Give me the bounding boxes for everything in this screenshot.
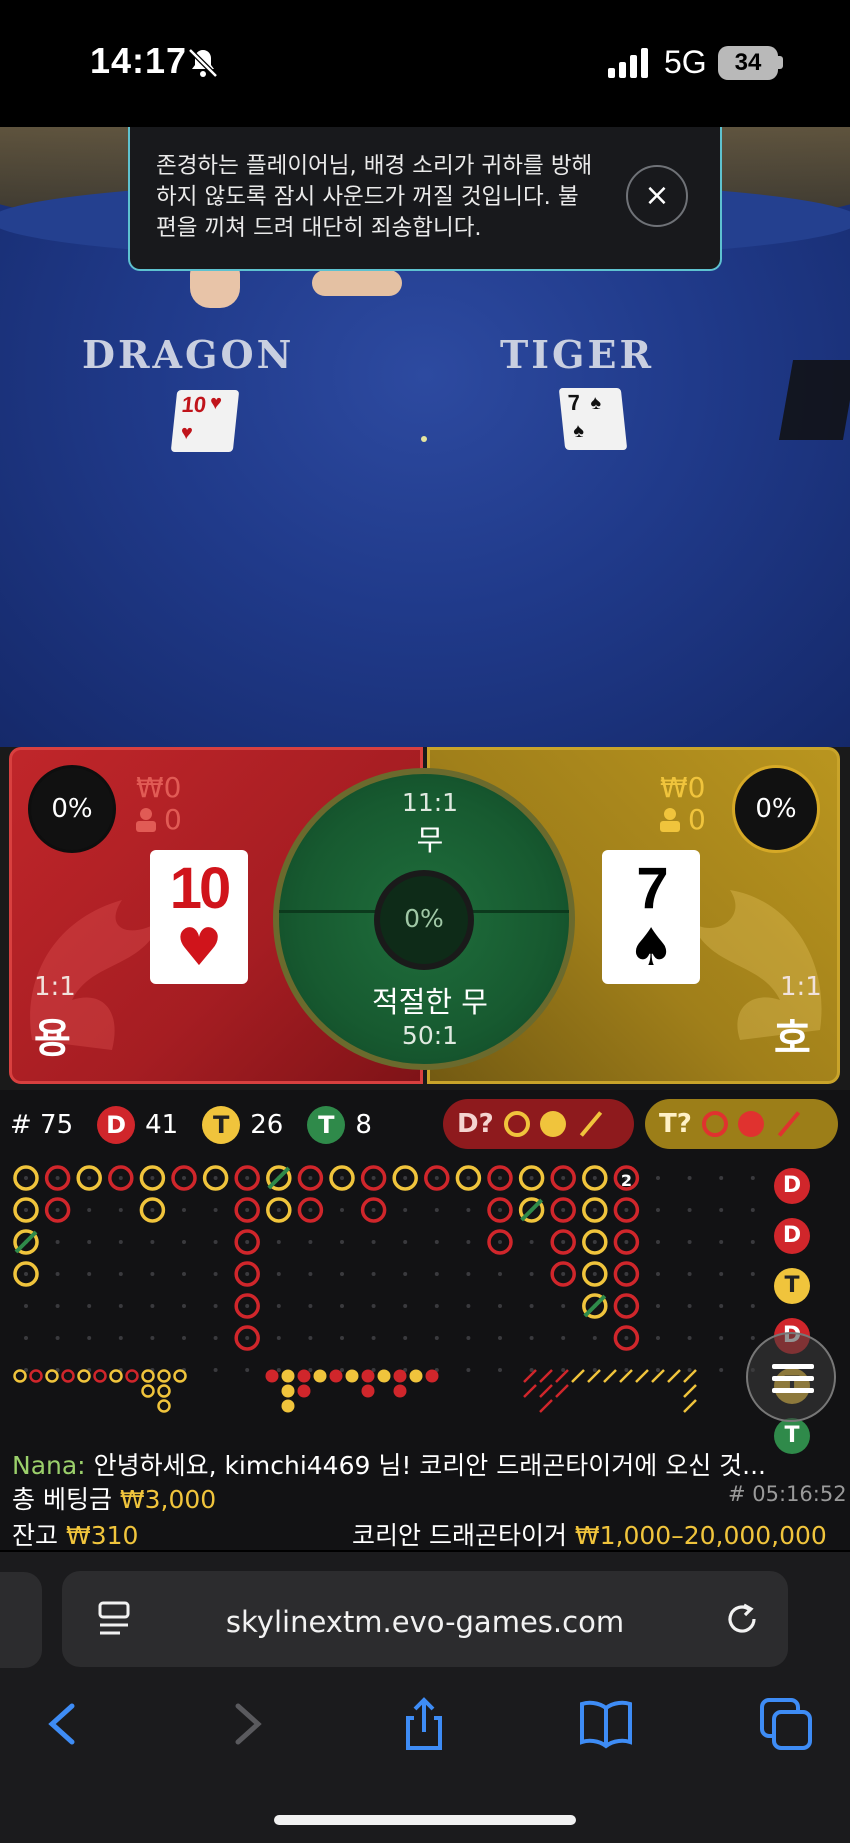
tabs-icon[interactable] [758,1696,814,1752]
svg-text:2: 2 [621,1171,632,1190]
chat-text: 안녕하세요, kimchi4469 님! 코리안 드래곤타이거에 오신 것... [93,1451,766,1480]
balance-label: 잔고 [12,1521,59,1550]
player-icon [660,808,680,832]
cockroach-slash-icon [777,1111,801,1137]
table-card-tiger: 7 ♠ ♠ [558,388,628,450]
dragon-percent: 0% [28,765,116,853]
small-road-dot-icon [539,1111,566,1137]
clock: 14:17 [90,40,188,81]
table-name: 코리안 드래곤타이거 [352,1521,567,1550]
dragon-card-rank: 10 [169,856,232,921]
tiger-payout: 1:1 [780,972,822,1002]
reload-icon[interactable] [722,1599,762,1639]
predict-dragon-label: D? [457,1109,494,1139]
table-label-dragon: DRAGON [82,332,295,377]
dragon-player-count: 0 [164,803,182,836]
balance: 잔고 ₩310 [12,1516,138,1552]
table-marker [421,436,427,442]
suited-tie-label: 적절한 무 [372,985,488,1019]
player-icon [136,808,156,832]
bead-road-cell: T [774,1268,810,1304]
predict-dragon-button[interactable]: D? [443,1099,634,1149]
cellular-signal-icon [608,48,648,78]
table-label-tiger: TIGER [500,332,655,377]
dragon-name: 용 [34,1016,71,1062]
tiger-player-count: 0 [688,803,706,836]
tiger-percent: 0% [732,765,820,853]
forward-icon[interactable] [218,1696,274,1752]
chat-nickname: Nana: [12,1451,86,1480]
home-indicator [274,1815,576,1825]
share-icon[interactable] [396,1696,452,1752]
bead-road-cell: D [774,1218,810,1254]
menu-button[interactable] [746,1332,836,1422]
tie-ratio: 11:1 [401,788,459,817]
tie-percent: 0% [374,870,474,970]
dragon-count: 41 [145,1110,179,1140]
address-bar[interactable]: skylinextm.evo-games.com [62,1571,788,1667]
dealer-hand [312,270,402,296]
dragon-bet-amount: ₩0 [136,771,182,804]
tiger-card-rank: 7 [636,856,668,921]
tiger-card: 7 ♠ [602,850,700,984]
total-bet-value: ₩3,000 [119,1485,217,1514]
bell-slash-icon [188,48,218,78]
dragon-stats: ₩0 0 [136,772,182,836]
bead-road-cell: T [774,1418,810,1454]
bookmarks-icon[interactable] [578,1696,634,1752]
previous-tab[interactable] [0,1572,42,1668]
round-id: # 05:16:52 [728,1482,847,1506]
predict-tiger-label: T? [659,1109,692,1139]
notification-text: 존경하는 플레이어님, 배경 소리가 귀하를 방해하지 않도록 잠시 사운드가 … [156,153,593,241]
result-counts: # 75 D 41 T 26 T 8 [10,1106,372,1144]
chat-message: Nana: 안녕하세요, kimchi4469 님! 코리안 드래곤타이거에 오… [12,1446,766,1482]
heart-suit-icon: ♥ [175,918,223,978]
predict-tiger-button[interactable]: T? [645,1099,838,1149]
back-icon[interactable] [36,1696,92,1752]
battery-icon: 34 [718,46,778,80]
table-limits: 코리안 드래곤타이거 ₩1,000–20,000,000 [352,1516,827,1552]
url-text: skylinextm.evo-games.com [225,1605,625,1639]
table-card-dragon: 10 ♥ ♥ [170,390,240,452]
suited-tie-ratio: 50:1 [401,1021,459,1050]
round-count: # 75 [10,1110,74,1140]
close-notification-button[interactable]: × [626,165,688,227]
balance-value: ₩310 [65,1521,139,1550]
small-road-dot-icon [737,1111,764,1137]
total-bet: 총 베팅금 ₩3,000 [12,1480,216,1516]
dragon-badge: D [97,1106,136,1144]
sound-notification: 존경하는 플레이어님, 배경 소리가 귀하를 방해하지 않도록 잠시 사운드가 … [128,127,722,271]
dragon-payout: 1:1 [34,972,76,1002]
network-type: 5G [664,44,707,80]
big-eye-ring-icon [701,1111,728,1137]
total-bet-label: 총 베팅금 [12,1485,112,1514]
tiger-bet-amount: ₩0 [660,771,706,804]
cockroach-slash-icon [579,1111,602,1137]
tie-badge: T [307,1106,346,1144]
tiger-badge: T [202,1106,241,1144]
tiger-stats: ₩0 0 [660,772,706,836]
tie-count: 8 [355,1110,372,1140]
bead-road-cell: D [774,1168,810,1204]
tiger-name: 호 [774,1016,811,1062]
spade-suit-icon: ♠ [627,918,675,978]
tie-label: 무 [416,823,444,857]
tiger-count: 26 [250,1110,284,1140]
battery-tip [778,56,783,69]
dragon-card: 10 ♥ [150,850,248,984]
big-eye-ring-icon [503,1111,530,1137]
limits-value: ₩1,000–20,000,000 [574,1521,827,1550]
